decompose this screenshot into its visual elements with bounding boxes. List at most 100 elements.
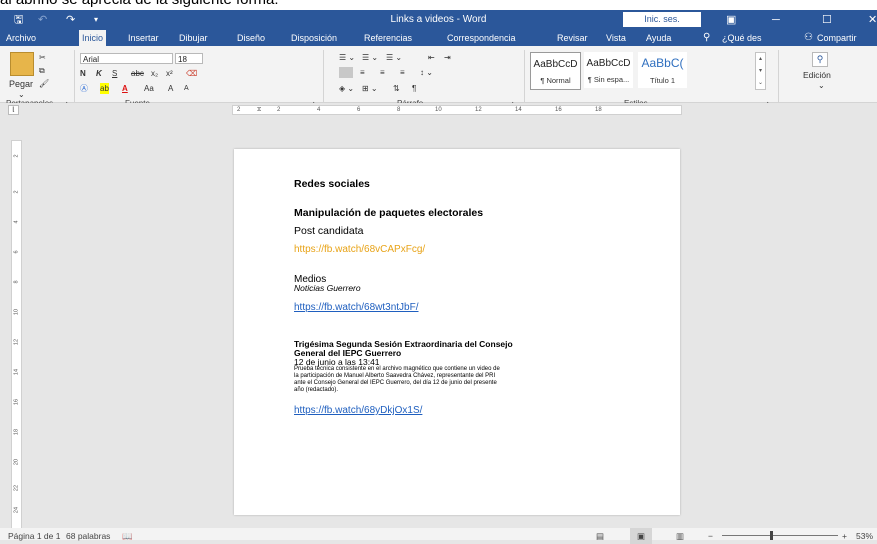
bullets-icon[interactable]: ☰ ⌄ — [339, 52, 355, 63]
shrink-font-button[interactable]: A — [184, 83, 189, 94]
link-noticias[interactable]: https://fb.watch/68wt3ntJbF/ — [294, 302, 419, 313]
description-line-3: ante el Consejo General del IEPC Guerrer… — [294, 380, 497, 386]
share-icon[interactable]: ⚇ — [804, 30, 813, 46]
format-painter-icon[interactable]: 🖌 — [39, 78, 49, 89]
zoom-slider-thumb[interactable] — [770, 531, 773, 540]
web-layout-icon[interactable]: ▥ — [676, 528, 684, 544]
document-page[interactable]: Redes sociales Manipulación de paquetes … — [234, 149, 680, 515]
style-normal-name: ¶ Normal — [540, 76, 571, 85]
grow-font-button[interactable]: A — [168, 83, 173, 94]
vertical-ruler[interactable]: 2 2 4 6 8 10 12 14 16 18 20 22 24 — [11, 140, 22, 532]
zoom-level[interactable]: 53% — [856, 528, 873, 544]
style-normal[interactable]: AaBbCcD ¶ Normal — [530, 52, 581, 90]
ruler-tick: 6 — [13, 250, 20, 254]
ruler-tick: 2 — [237, 107, 241, 113]
ruler-tick: 16 — [555, 107, 562, 113]
ruler-tick: 8 — [397, 107, 401, 113]
superscript-button[interactable]: x² — [166, 68, 173, 79]
print-layout-icon[interactable]: ▣ — [630, 528, 653, 544]
tab-disposicion[interactable]: Disposición — [291, 30, 337, 46]
tab-inicio[interactable]: Inicio — [79, 30, 107, 46]
horizontal-ruler[interactable]: ⌊ 2 ⧖ 2 4 6 8 10 12 14 16 18 — [0, 103, 877, 116]
caption-text: al abrirlo se aprecia de la siguiente fo… — [0, 0, 278, 8]
paste-icon[interactable] — [10, 52, 34, 76]
shading-icon[interactable]: ◈ ⌄ — [339, 83, 354, 94]
font-name-box[interactable]: Arial — [80, 53, 173, 64]
group-separator — [524, 50, 525, 108]
numbering-icon[interactable]: ☰ ⌄ — [362, 52, 378, 63]
justify-icon[interactable]: ≡ — [400, 67, 405, 78]
subscript-button[interactable]: x₂ — [151, 68, 158, 79]
link-post-candidata[interactable]: https://fb.watch/68vCAPxFcg/ — [294, 244, 425, 255]
strikethrough-button[interactable]: abc — [131, 68, 144, 79]
multilevel-list-icon[interactable]: ☰ ⌄ — [386, 52, 402, 63]
tab-insertar[interactable]: Insertar — [128, 30, 159, 46]
read-mode-icon[interactable]: ▤ — [596, 528, 604, 544]
underline-button[interactable]: S — [112, 68, 117, 79]
change-case-button[interactable]: Aa — [144, 83, 154, 94]
ribbon-display-icon[interactable]: ▣ — [726, 10, 736, 30]
bold-button[interactable]: N — [80, 68, 86, 79]
style-no-spacing[interactable]: AaBbCcD ¶ Sin espa... — [584, 52, 633, 88]
tab-archivo[interactable]: Archivo — [6, 30, 36, 46]
increase-indent-icon[interactable]: ⇥ — [444, 52, 451, 63]
ruler-tick: 2 — [13, 190, 20, 194]
tab-referencias[interactable]: Referencias — [364, 30, 412, 46]
sort-icon[interactable]: ⇅ — [393, 83, 400, 94]
align-center-icon[interactable]: ≡ — [360, 67, 365, 78]
zoom-in-icon[interactable]: + — [842, 528, 847, 544]
tab-dibujar[interactable]: Dibujar — [179, 30, 208, 46]
post-label: Post candidata — [294, 225, 364, 237]
font-size-box[interactable]: 18 — [175, 53, 203, 64]
word-count[interactable]: 68 palabras — [66, 528, 110, 544]
group-separator — [74, 50, 75, 108]
tab-correspondencia[interactable]: Correspondencia — [447, 30, 516, 46]
ribbon-tabs: Archivo Inicio Insertar Dibujar Diseño D… — [0, 30, 877, 46]
style-heading-1[interactable]: AaBbC( Título 1 — [638, 52, 687, 88]
zoom-out-icon[interactable]: − — [708, 528, 713, 544]
styles-gallery-scroll[interactable]: ▴ ▾ ⌄ — [755, 52, 766, 90]
align-right-icon[interactable]: ≡ — [380, 67, 385, 78]
cut-icon[interactable]: ✂ — [39, 52, 46, 63]
tab-ayuda[interactable]: Ayuda — [646, 30, 671, 46]
page-count[interactable]: Página 1 de 1 — [8, 528, 60, 544]
title-bar: 🖫 ↶ ↷ ▾ Links a videos - Word Inic. ses.… — [0, 10, 877, 30]
document-caption: al abrirlo se aprecia de la siguiente fo… — [0, 0, 877, 10]
copy-icon[interactable]: ⧉ — [39, 65, 45, 76]
proofing-icon[interactable]: 📖 — [122, 528, 133, 544]
decrease-indent-icon[interactable]: ⇤ — [428, 52, 435, 63]
text-effects-icon[interactable]: Ⓐ — [80, 83, 88, 94]
share-button[interactable]: Compartir — [817, 30, 857, 46]
tab-selector-icon[interactable]: ⌊ — [8, 105, 19, 115]
minimize-icon[interactable]: ─ — [772, 10, 780, 30]
style-normal-sample: AaBbCcD — [533, 59, 578, 70]
tab-diseno[interactable]: Diseño — [237, 30, 265, 46]
ruler-tick: 12 — [475, 107, 482, 113]
italic-button[interactable]: K — [96, 68, 102, 79]
align-left-icon[interactable] — [339, 67, 353, 78]
clear-formatting-icon[interactable]: ⌫ — [186, 68, 197, 79]
editing-dropdown-icon[interactable]: ⌄ — [818, 80, 825, 91]
show-formatting-button[interactable]: ¶ — [412, 83, 416, 94]
tab-vista[interactable]: Vista — [606, 30, 626, 46]
ruler-tick: 18 — [595, 107, 602, 113]
zoom-slider[interactable] — [722, 535, 838, 536]
borders-icon[interactable]: ⊞ ⌄ — [362, 83, 378, 94]
highlight-icon[interactable]: ab — [100, 83, 109, 94]
ruler-indent-marker[interactable]: ⧖ — [257, 106, 261, 114]
sign-in-button[interactable]: Inic. ses. — [623, 12, 701, 27]
media-source: Noticias Guerrero — [294, 283, 361, 293]
description-line-2: la participación de Manuel Alberto Saave… — [294, 373, 496, 379]
line-spacing-icon[interactable]: ↕ ⌄ — [420, 67, 433, 78]
maximize-icon[interactable]: ☐ — [822, 10, 832, 30]
link-sesion[interactable]: https://fb.watch/68yDkjOx1S/ — [294, 405, 422, 416]
ruler-tick: 6 — [357, 107, 361, 113]
editing-button[interactable]: Edición — [803, 70, 831, 81]
tab-revisar[interactable]: Revisar — [557, 30, 588, 46]
search-icon[interactable]: ⚲ — [812, 52, 828, 67]
tell-me-search[interactable]: ¿Qué des — [722, 30, 762, 46]
close-icon[interactable]: ✕ — [868, 10, 877, 30]
font-color-icon[interactable]: A — [122, 83, 128, 94]
lightbulb-icon[interactable]: ⚲ — [703, 30, 710, 46]
group-separator — [778, 50, 779, 108]
